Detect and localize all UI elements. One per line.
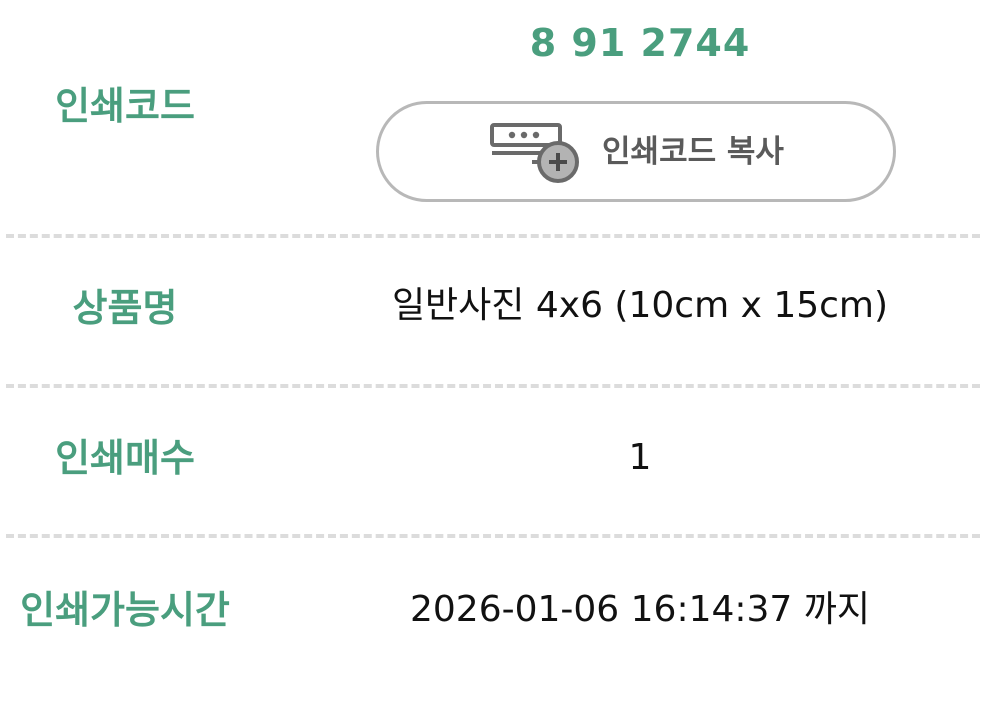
- copy-print-code-button[interactable]: 인쇄코드 복사: [376, 101, 896, 202]
- print-count-row: 인쇄매수 1: [0, 386, 1001, 536]
- print-code-number: 8 91 2744: [529, 21, 751, 65]
- available-time-label: 인쇄가능시간: [20, 588, 230, 632]
- print-count-value: 1: [628, 437, 652, 478]
- available-time-row: 인쇄가능시간 2026-01-06 16:14:37 까지: [0, 536, 1001, 704]
- available-time-value: 2026-01-06 16:14:37 까지: [409, 589, 871, 630]
- print-count-label: 인쇄매수: [55, 436, 195, 480]
- product-row: 상품명 일반사진 4x6 (10cm x 15cm): [0, 236, 1001, 386]
- product-name-value: 일반사진 4x6 (10cm x 15cm): [391, 285, 889, 326]
- print-code-label: 인쇄코드: [55, 84, 195, 128]
- code-add-icon: [488, 120, 580, 184]
- print-code-row: 인쇄코드 8 91 2744 인쇄코드 복사: [0, 0, 1001, 232]
- copy-print-code-label: 인쇄코드 복사: [602, 133, 784, 170]
- product-name-label: 상품명: [72, 286, 178, 330]
